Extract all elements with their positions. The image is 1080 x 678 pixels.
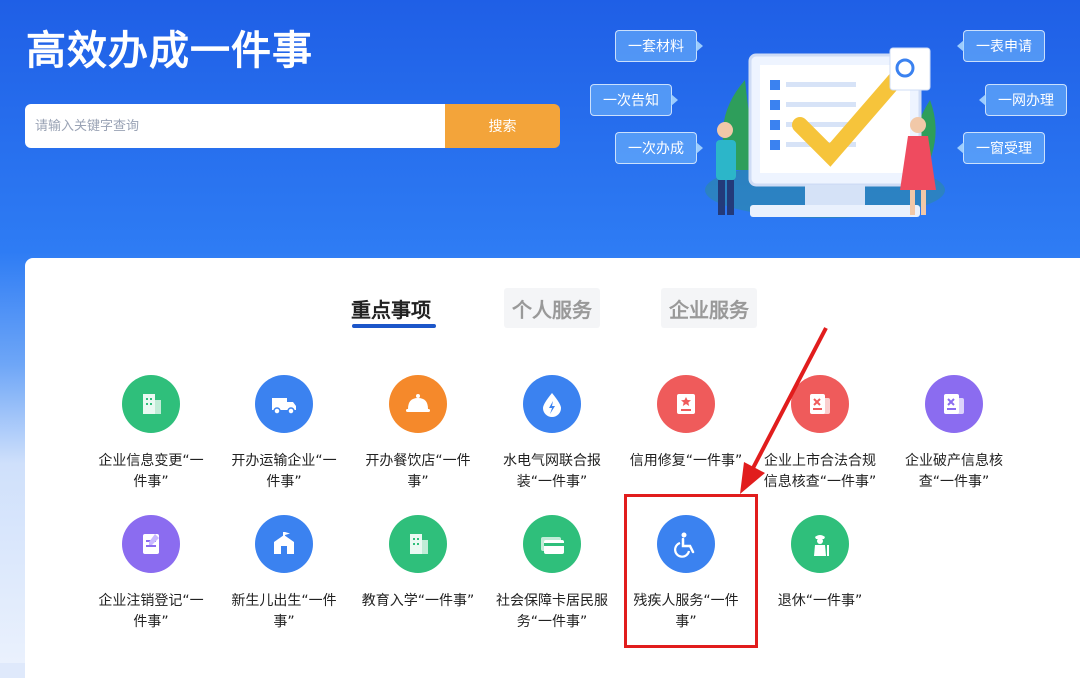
annotation-arrow: [740, 327, 828, 494]
